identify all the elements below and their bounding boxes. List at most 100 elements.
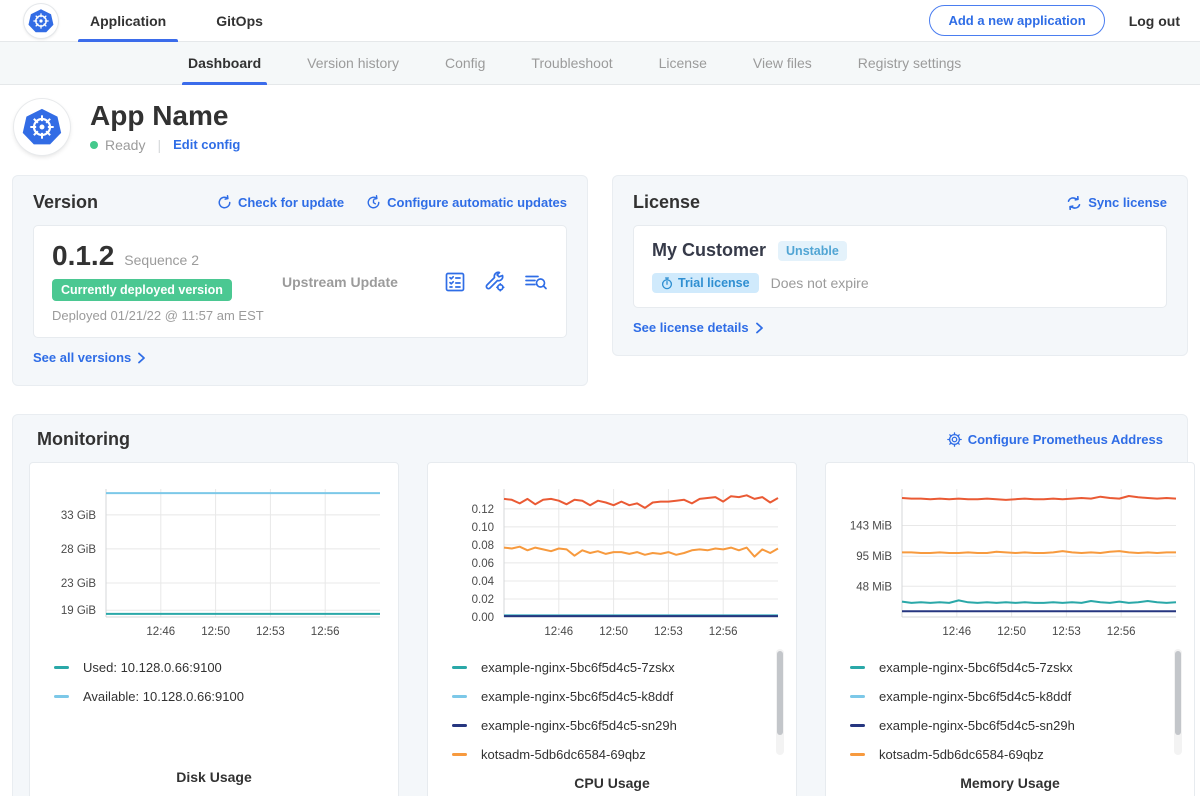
customer-name: My Customer [652, 240, 766, 261]
channel-badge: Unstable [778, 241, 847, 261]
subnav-tab-config[interactable]: Config [445, 42, 485, 85]
subnav-tab-view-files[interactable]: View files [753, 42, 812, 85]
chart-title: Disk Usage [40, 763, 388, 789]
legend-item[interactable]: kotsadm-5db6dc6584-69qbz [850, 740, 1180, 769]
disk-usage-chart: 33 GiB28 GiB23 GiB19 GiB12:4612:5012:531… [40, 477, 388, 645]
svg-text:12:46: 12:46 [146, 626, 175, 638]
svg-text:12:56: 12:56 [311, 626, 340, 638]
legend-scrollbar[interactable] [776, 649, 784, 755]
svg-text:12:46: 12:46 [942, 626, 971, 638]
legend-item[interactable]: example-nginx-5bc6f5d4c5-k8ddf [850, 682, 1180, 711]
svg-text:0.12: 0.12 [472, 504, 494, 516]
svg-text:12:56: 12:56 [709, 626, 738, 638]
kubernetes-app-icon [22, 107, 62, 147]
legend-item[interactable]: example-nginx-5bc6f5d4c5-k8ddf [452, 682, 782, 711]
svg-text:12:50: 12:50 [997, 626, 1026, 638]
svg-text:95 MiB: 95 MiB [856, 551, 892, 563]
gear-icon [947, 432, 962, 447]
see-all-versions-link[interactable]: See all versions [33, 350, 146, 365]
kubernetes-logo-icon [28, 8, 54, 34]
view-diff-icon[interactable] [523, 270, 548, 294]
svg-text:48 MiB: 48 MiB [856, 581, 892, 593]
current-version-box: 0.1.2 Sequence 2 Currently deployed vers… [33, 225, 567, 338]
version-number: 0.1.2 [52, 240, 114, 272]
deployed-timestamp: Deployed 01/21/22 @ 11:57 am EST [52, 308, 282, 323]
check-for-update-link[interactable]: Check for update [217, 195, 344, 210]
tab-application[interactable]: Application [86, 0, 170, 42]
refresh-icon [217, 195, 232, 210]
legend-label: example-nginx-5bc6f5d4c5-k8ddf [481, 689, 673, 704]
scrollbar-thumb[interactable] [777, 651, 783, 735]
version-source-label: Upstream Update [282, 274, 443, 290]
svg-text:23 GiB: 23 GiB [61, 578, 96, 590]
svg-text:0.06: 0.06 [472, 558, 494, 570]
svg-text:0.04: 0.04 [472, 576, 495, 588]
cpu-usage-legend: example-nginx-5bc6f5d4c5-7zskx example-ng… [438, 645, 786, 769]
kubernetes-logo[interactable] [24, 4, 58, 38]
svg-text:28 GiB: 28 GiB [61, 544, 96, 556]
memory-usage-chart: 143 MiB95 MiB48 MiB12:4612:5012:5312:56 [836, 477, 1184, 645]
subnav-tab-registry-settings[interactable]: Registry settings [858, 42, 961, 85]
legend-label: example-nginx-5bc6f5d4c5-7zskx [481, 660, 675, 675]
license-card-title: License [633, 192, 700, 213]
legend-item[interactable]: Used: 10.128.0.66:9100 [54, 653, 384, 682]
legend-color-dash [850, 695, 865, 698]
cpu-usage-chart-card: 0.120.100.080.060.040.020.0012:4612:5012… [427, 462, 797, 796]
logout-button[interactable]: Log out [1129, 13, 1180, 29]
top-nav: Application GitOps Add a new application… [0, 0, 1200, 42]
cpu-usage-chart: 0.120.100.080.060.040.020.0012:4612:5012… [438, 477, 786, 645]
chevron-right-icon [137, 352, 146, 364]
trial-license-badge: Trial license [652, 273, 759, 293]
legend-scrollbar[interactable] [1174, 649, 1182, 755]
status-ready-dot [90, 141, 98, 149]
legend-item[interactable]: example-nginx-5bc6f5d4c5-sn29h [850, 711, 1180, 740]
legend-color-dash [54, 666, 69, 669]
disk-usage-chart-card: 33 GiB28 GiB23 GiB19 GiB12:4612:5012:531… [29, 462, 399, 796]
svg-text:19 GiB: 19 GiB [61, 605, 96, 617]
subnav-tab-license[interactable]: License [659, 42, 707, 85]
legend-label: example-nginx-5bc6f5d4c5-k8ddf [879, 689, 1071, 704]
edit-config-link[interactable]: Edit config [173, 137, 240, 152]
svg-text:12:50: 12:50 [201, 626, 230, 638]
svg-text:12:50: 12:50 [599, 626, 628, 638]
monitoring-title: Monitoring [37, 429, 130, 450]
chart-title: CPU Usage [438, 769, 786, 795]
configure-automatic-updates-link[interactable]: Configure automatic updates [366, 195, 567, 210]
legend-item[interactable]: example-nginx-5bc6f5d4c5-7zskx [452, 653, 782, 682]
disk-usage-legend: Used: 10.128.0.66:9100 Available: 10.128.… [40, 645, 388, 763]
scrollbar-thumb[interactable] [1175, 651, 1181, 735]
license-card: License Sync license My Customer Unstabl… [612, 175, 1188, 356]
version-sequence: Sequence 2 [124, 252, 199, 268]
legend-item[interactable]: kotsadm-5db6dc6584-69qbz [452, 740, 782, 769]
config-wrench-icon[interactable] [483, 270, 507, 294]
legend-color-dash [850, 724, 865, 727]
tab-gitops[interactable]: GitOps [212, 0, 267, 42]
preflight-checklist-icon[interactable] [443, 270, 467, 294]
subnav-tab-dashboard[interactable]: Dashboard [188, 42, 261, 85]
auto-update-clock-icon [366, 195, 381, 210]
configure-prometheus-link[interactable]: Configure Prometheus Address [947, 432, 1163, 447]
legend-item[interactable]: example-nginx-5bc6f5d4c5-7zskx [850, 653, 1180, 682]
svg-text:0.10: 0.10 [472, 522, 494, 534]
legend-label: Available: 10.128.0.66:9100 [83, 689, 244, 704]
svg-text:12:53: 12:53 [1052, 626, 1081, 638]
svg-text:0.02: 0.02 [472, 594, 494, 606]
legend-color-dash [452, 695, 467, 698]
monitoring-section: Monitoring Configure Prometheus Address … [12, 414, 1188, 796]
legend-color-dash [452, 753, 467, 756]
sync-license-link[interactable]: Sync license [1066, 195, 1167, 210]
subnav-tab-troubleshoot[interactable]: Troubleshoot [531, 42, 612, 85]
legend-item[interactable]: example-nginx-5bc6f5d4c5-sn29h [452, 711, 782, 740]
subnav-tab-version-history[interactable]: Version history [307, 42, 399, 85]
svg-text:0.08: 0.08 [472, 540, 494, 552]
memory-usage-legend: example-nginx-5bc6f5d4c5-7zskx example-ng… [836, 645, 1184, 769]
legend-label: example-nginx-5bc6f5d4c5-sn29h [879, 718, 1075, 733]
legend-label: Used: 10.128.0.66:9100 [83, 660, 222, 675]
legend-label: example-nginx-5bc6f5d4c5-7zskx [879, 660, 1073, 675]
legend-label: kotsadm-5db6dc6584-69qbz [481, 747, 646, 762]
legend-item[interactable]: Available: 10.128.0.66:9100 [54, 682, 384, 711]
sync-arrows-icon [1066, 196, 1082, 210]
see-license-details-link[interactable]: See license details [633, 320, 764, 335]
legend-color-dash [452, 666, 467, 669]
add-new-application-button[interactable]: Add a new application [929, 5, 1104, 36]
